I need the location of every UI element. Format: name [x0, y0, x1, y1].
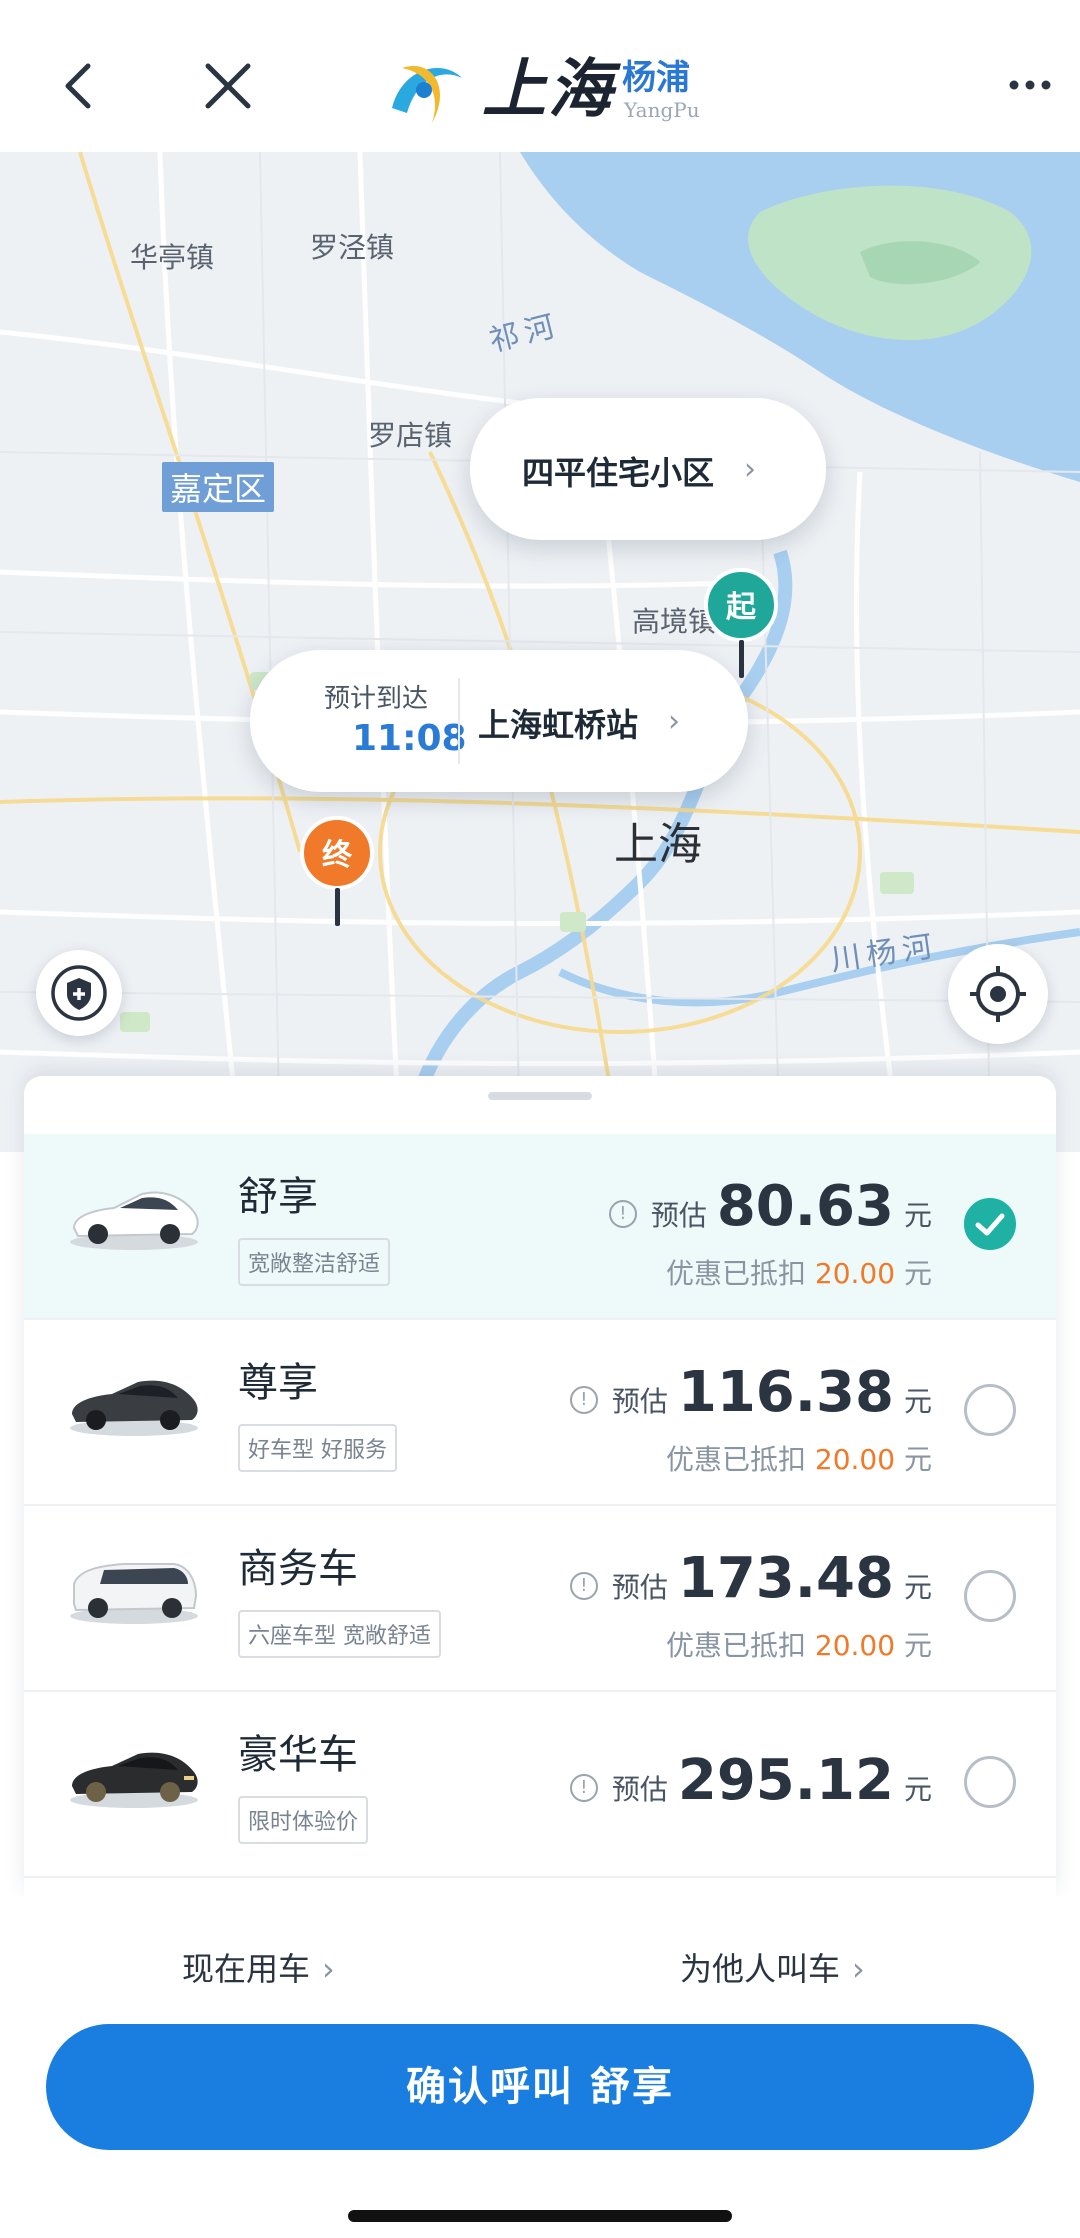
- select-radio[interactable]: [964, 1756, 1016, 1808]
- start-location-bubble[interactable]: 四平住宅小区 ›: [470, 398, 826, 540]
- price-value: 173.48: [677, 1546, 894, 1611]
- price-row: ! 预估 80.63 元: [608, 1174, 932, 1239]
- logo-sub-en-text: YangPu: [624, 98, 700, 122]
- safety-button[interactable]: [36, 950, 122, 1036]
- shield-plus-icon: [51, 965, 107, 1021]
- discount-label: 优惠已抵扣: [665, 1257, 806, 1290]
- destination-bubble[interactable]: 预计到达 11:08 上海虹桥站 ›: [250, 650, 748, 792]
- pin-stem: [335, 888, 340, 926]
- car-option-tag: 六座车型 宽敞舒适: [238, 1610, 441, 1658]
- estimate-label: 预估: [611, 1773, 668, 1806]
- price-value: 116.38: [677, 1360, 894, 1425]
- discount-unit: 元: [903, 1629, 932, 1662]
- locate-icon: [970, 966, 1026, 1022]
- ride-now-label: 现在用车: [182, 1950, 311, 1988]
- car-option-tag: 限时体验价: [238, 1796, 369, 1844]
- car-option-shangwu[interactable]: 商务车 六座车型 宽敞舒适 ! 预估 173.48 元 优惠已抵扣 20.00 …: [24, 1506, 1056, 1692]
- car-option-name: 豪华车: [238, 1732, 358, 1778]
- map-view[interactable]: 华亭镇 罗泾镇 祁河 罗店镇 嘉定区 高境镇 上海 川杨河 四平住宅小区 › 预…: [0, 152, 1080, 1152]
- bubble-divider: [458, 678, 460, 764]
- check-icon: [975, 1213, 1005, 1236]
- call-for-others-label: 为他人叫车: [680, 1950, 841, 1988]
- discount-row: 优惠已抵扣 20.00 元: [666, 1438, 932, 1478]
- car-image-icon: [70, 1563, 198, 1624]
- price-unit: 元: [903, 1199, 932, 1232]
- pin-stem: [739, 640, 744, 678]
- map-label-jiading: 嘉定区: [162, 462, 275, 512]
- discount-label: 优惠已抵扣: [665, 1629, 806, 1662]
- info-icon[interactable]: !: [569, 1774, 598, 1802]
- car-option-zunxiang[interactable]: 尊享 好车型 好服务 ! 预估 116.38 元 优惠已抵扣 20.00 元: [24, 1320, 1056, 1506]
- price-value: 80.63: [716, 1174, 894, 1239]
- estimate-label: 预估: [611, 1571, 668, 1604]
- info-icon[interactable]: !: [569, 1386, 598, 1414]
- price-row: ! 预估 173.48 元: [569, 1546, 932, 1611]
- start-pin: 起: [704, 568, 778, 678]
- map-label-luojing: 罗泾镇: [310, 231, 395, 264]
- eta-label: 预计到达: [324, 684, 429, 714]
- car-image-icon: [70, 1752, 198, 1808]
- chevron-right-icon: ›: [852, 1950, 865, 1988]
- more-icon[interactable]: [1000, 70, 1060, 100]
- start-pin-label: 起: [704, 568, 778, 642]
- discount-unit: 元: [903, 1443, 932, 1476]
- discount-amount: 20.00: [814, 1443, 896, 1476]
- car-options-sheet: 舒享 宽敞整洁舒适 ! 预估 80.63 元 优惠已抵扣 20.00 元 尊享 …: [24, 1076, 1056, 1896]
- price-value: 295.12: [677, 1748, 894, 1813]
- discount-row: 优惠已抵扣 20.00 元: [666, 1624, 932, 1664]
- end-pin: 终: [300, 816, 374, 926]
- ride-now-link[interactable]: 现在用车 ›: [182, 1944, 335, 1990]
- car-image-icon: [70, 1380, 198, 1436]
- top-nav-bar: 上海 杨浦 YangPu: [0, 0, 1080, 152]
- car-option-tag: 好车型 好服务: [238, 1424, 397, 1472]
- eta-time: 11:08: [352, 718, 467, 759]
- car-option-haohua[interactable]: 豪华车 限时体验价 ! 预估 295.12 元: [24, 1692, 1056, 1878]
- car-option-name: 商务车: [238, 1546, 358, 1592]
- destination-text: 上海虹桥站: [478, 706, 639, 744]
- end-pin-label: 终: [300, 816, 374, 890]
- car-option-name: 舒享: [238, 1174, 318, 1220]
- discount-label: 优惠已抵扣: [665, 1443, 806, 1476]
- car-option-name: 尊享: [238, 1360, 318, 1406]
- discount-row: 优惠已抵扣 20.00 元: [666, 1252, 932, 1292]
- app-logo: 上海 杨浦 YangPu: [372, 38, 712, 138]
- discount-unit: 元: [903, 1257, 932, 1290]
- home-indicator[interactable]: [348, 2210, 732, 2222]
- logo-sub-text: 杨浦: [622, 58, 690, 98]
- price-row: ! 预估 295.12 元: [569, 1748, 932, 1813]
- start-location-text: 四平住宅小区: [522, 454, 715, 492]
- estimate-label: 预估: [650, 1199, 707, 1232]
- chevron-right-icon: ›: [744, 452, 756, 487]
- select-radio-checked[interactable]: [964, 1198, 1016, 1250]
- chevron-right-icon: ›: [668, 704, 680, 739]
- bottom-action-bar: 现在用车 › 为他人叫车 › 确认呼叫 舒享: [0, 1896, 1080, 2238]
- price-row: ! 预估 116.38 元: [569, 1360, 932, 1425]
- close-icon[interactable]: [198, 56, 258, 116]
- car-image-icon: [70, 1191, 199, 1250]
- info-icon[interactable]: !: [608, 1200, 637, 1228]
- map-label-huating: 华亭镇: [130, 241, 215, 274]
- car-option-shuxiang[interactable]: 舒享 宽敞整洁舒适 ! 预估 80.63 元 优惠已抵扣 20.00 元: [24, 1134, 1056, 1320]
- chevron-right-icon: ›: [322, 1950, 335, 1988]
- price-unit: 元: [903, 1385, 932, 1418]
- select-radio[interactable]: [964, 1570, 1016, 1622]
- map-label-shanghai: 上海: [614, 819, 702, 870]
- back-icon[interactable]: [48, 56, 108, 116]
- estimate-label: 预估: [611, 1385, 668, 1418]
- discount-amount: 20.00: [814, 1629, 896, 1662]
- logo-main-text: 上海: [482, 52, 614, 127]
- locate-button[interactable]: [948, 944, 1048, 1044]
- price-unit: 元: [903, 1571, 932, 1604]
- call-for-others-link[interactable]: 为他人叫车 ›: [680, 1944, 865, 1990]
- logo-emblem-icon: [392, 66, 462, 123]
- confirm-call-button[interactable]: 确认呼叫 舒享: [46, 2024, 1034, 2150]
- map-label-luodian: 罗店镇: [368, 419, 453, 452]
- sheet-drag-handle[interactable]: [488, 1092, 592, 1100]
- discount-amount: 20.00: [814, 1257, 896, 1290]
- price-unit: 元: [903, 1773, 932, 1806]
- car-option-tag: 宽敞整洁舒适: [238, 1238, 391, 1286]
- info-icon[interactable]: !: [569, 1572, 598, 1600]
- select-radio[interactable]: [964, 1384, 1016, 1436]
